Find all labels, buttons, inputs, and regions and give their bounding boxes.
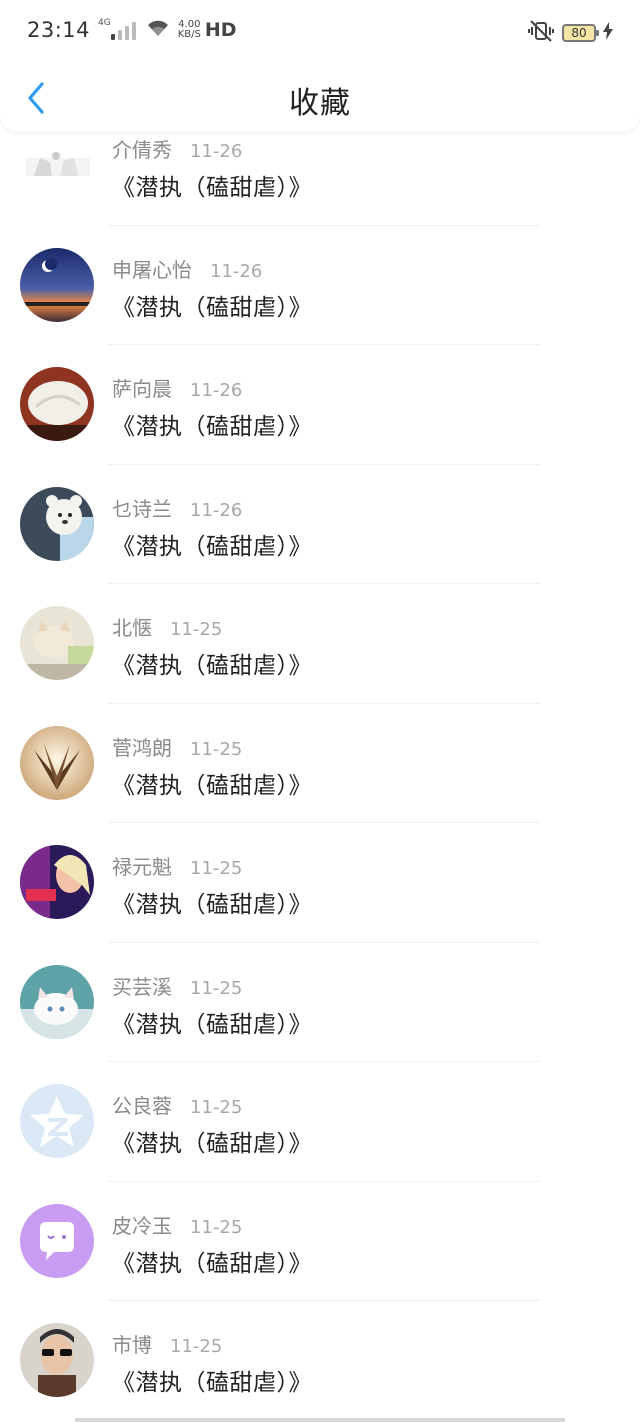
item-date: 11-25 (170, 1336, 223, 1357)
list-item[interactable]: 北惬 11-25 《潜执（磕甜虐）》 (0, 584, 640, 704)
user-name: 禄元魁 (112, 855, 172, 879)
item-title: 《潜执（磕甜虐）》 (112, 1131, 312, 1157)
list-item[interactable]: 公良蓉 11-25 《潜执（磕甜虐）》 (0, 1062, 640, 1182)
item-title: 《潜执（磕甜虐）》 (112, 653, 312, 679)
list-item[interactable]: 皮冷玉 11-25 《潜执（磕甜虐）》 (0, 1182, 640, 1301)
item-meta: 市博 11-25 (112, 1329, 222, 1358)
vibrate-mute-icon (528, 20, 554, 46)
list-item[interactable]: 申屠心怡 11-26 《潜执（磕甜虐）》 (0, 226, 640, 345)
item-meta: 介倩秀 11-26 (112, 134, 242, 163)
item-date: 11-25 (190, 738, 243, 760)
man-sunglasses-photo (20, 1323, 94, 1397)
item-title: 《潜执（磕甜虐）》 (112, 1250, 312, 1277)
user-name: 萨向晨 (112, 377, 172, 401)
item-meta: 皮冷玉 11-25 (112, 1210, 242, 1239)
anime-girl-photo (20, 845, 94, 919)
white-kitten-photo (20, 964, 94, 1039)
charging-icon (602, 22, 614, 44)
status-time: 23:14 (27, 18, 91, 42)
favorites-list: 介倩秀 11-26 《潜执（磕甜虐）》 申屠心怡 11-26 《潜执（磕甜虐）》… (0, 106, 640, 1421)
page-title: 收藏 (289, 86, 351, 121)
item-title: 《潜执（磕甜虐）》 (112, 772, 312, 799)
wifi-icon (146, 19, 170, 41)
item-date: 11-25 (170, 619, 223, 640)
item-meta: 萨向晨 11-26 (112, 373, 242, 402)
kitten-photo (20, 606, 94, 680)
user-name: 介倩秀 (112, 138, 172, 162)
status-bar: 23:14 4G 4.00 KB/S HD 80 (0, 0, 640, 64)
favorites-screen: 23:14 4G 4.00 KB/S HD 80 收藏 介倩秀 11-26 《潜… (0, 0, 640, 1422)
item-title: 《潜执（磕甜虐）》 (112, 175, 312, 201)
user-name: 买芸溪 (112, 974, 172, 999)
qzone-logo-icon (20, 1084, 94, 1158)
user-name: 市博 (112, 1333, 152, 1357)
item-meta: 买芸溪 11-25 (112, 971, 242, 1000)
item-date: 11-26 (210, 260, 263, 282)
item-title: 《潜执（磕甜虐）》 (112, 1011, 312, 1038)
teddy-bear-photo (20, 486, 94, 561)
user-name: 皮冷玉 (112, 1213, 172, 1238)
network-speed: 4.00 KB/S (178, 20, 201, 40)
item-date: 11-25 (190, 1216, 243, 1238)
item-date: 11-26 (190, 380, 243, 401)
list-item[interactable]: 市博 11-25 《潜执（磕甜虐）》 (0, 1301, 640, 1421)
user-name: 公良蓉 (112, 1094, 172, 1118)
chat-bubble-icon (20, 1203, 94, 1278)
item-title: 《潜执（磕甜虐）》 (112, 533, 312, 560)
battery-icon: 80 (562, 24, 599, 42)
status-left: 23:14 4G 4.00 KB/S HD (27, 18, 237, 42)
status-right: 80 (528, 20, 614, 46)
hd-badge: HD (204, 19, 237, 41)
figurine-icon (20, 128, 94, 202)
item-title: 《潜执（磕甜虐）》 (112, 1370, 312, 1396)
list-item[interactable]: 乜诗兰 11-26 《潜执（磕甜虐）》 (0, 465, 640, 584)
user-name: 菅鸿朗 (112, 735, 172, 760)
white-rose-photo (20, 367, 94, 441)
item-meta: 菅鸿朗 11-25 (112, 732, 242, 761)
item-meta: 乜诗兰 11-26 (112, 493, 242, 522)
flower-petals-photo (20, 725, 94, 800)
item-date: 11-25 (190, 1097, 243, 1118)
item-meta: 禄元魁 11-25 (112, 851, 242, 880)
item-title: 《潜执（磕甜虐）》 (112, 414, 312, 440)
list-item[interactable]: 禄元魁 11-25 《潜执（磕甜虐）》 (0, 823, 640, 943)
item-date: 11-26 (190, 141, 243, 162)
signal-icon (110, 20, 136, 40)
list-item[interactable]: 萨向晨 11-26 《潜执（磕甜虐）》 (0, 345, 640, 465)
network-type: 4G (98, 17, 111, 28)
item-date: 11-25 (190, 977, 243, 999)
user-name: 北惬 (112, 616, 152, 640)
list-item[interactable]: 买芸溪 11-25 《潜执（磕甜虐）》 (0, 943, 640, 1062)
item-meta: 北惬 11-25 (112, 612, 222, 641)
item-date: 11-25 (190, 858, 243, 879)
user-name: 乜诗兰 (112, 496, 172, 521)
item-meta: 公良蓉 11-25 (112, 1090, 242, 1119)
moon-sunset-photo (20, 247, 94, 322)
item-date: 11-26 (190, 499, 243, 521)
scroll-indicator (75, 1418, 565, 1422)
user-name: 申屠心怡 (112, 257, 192, 282)
item-meta: 申屠心怡 11-26 (112, 254, 262, 283)
speed-unit: KB/S (177, 29, 201, 40)
item-title: 《潜执（磕甜虐）》 (112, 892, 312, 918)
nav-bar: 收藏 (0, 60, 640, 132)
item-title: 《潜执（磕甜虐）》 (112, 294, 312, 321)
list-item[interactable]: 菅鸿朗 11-25 《潜执（磕甜虐）》 (0, 704, 640, 823)
